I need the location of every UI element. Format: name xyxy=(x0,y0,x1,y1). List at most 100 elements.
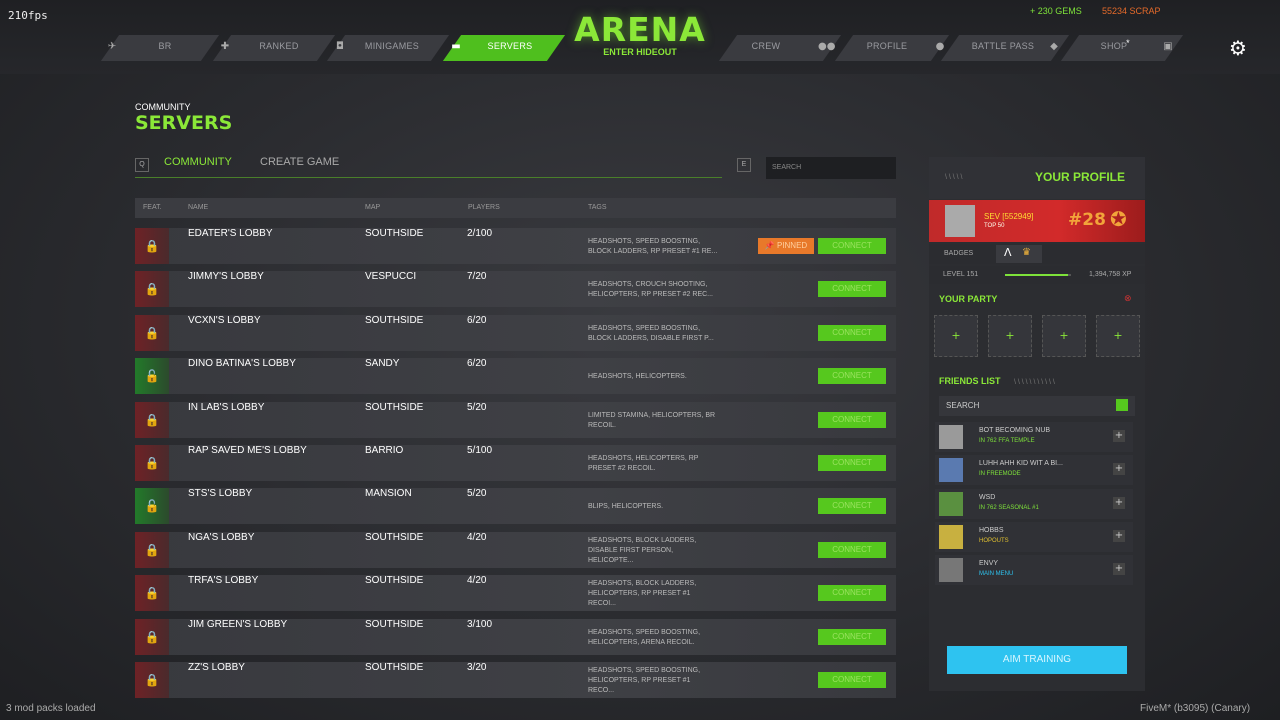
connect-button[interactable]: CONNECT xyxy=(818,628,886,645)
xp-bar-fill xyxy=(1005,274,1068,276)
server-map: SOUTHSIDE xyxy=(365,314,424,326)
arena-logo[interactable]: ARENA ENTER HIDEOUT xyxy=(570,10,710,57)
friend-item[interactable]: BOT BECOMING NUB IN 762 FFA TEMPLE + xyxy=(935,422,1133,452)
avatar xyxy=(939,425,963,449)
connect-button[interactable]: CONNECT xyxy=(818,281,886,298)
server-players: 2/100 xyxy=(467,228,493,239)
friend-item[interactable]: ENVY MAIN MENU + xyxy=(935,555,1133,586)
friend-item[interactable]: HOBBS HOPOUTS + xyxy=(935,521,1133,552)
table-row[interactable]: 🔒 VCXN'S LOBBY SOUTHSIDE 6/20 HEADSHOTS, SPE… xyxy=(135,314,896,351)
friends-filter-icon[interactable] xyxy=(1116,399,1128,411)
fps-counter: 210fps xyxy=(8,9,48,22)
table-row[interactable]: 🔒 TRFA'S LOBBY SOUTHSIDE 4/20 HEADSHOTS, BLO… xyxy=(135,575,896,612)
friend-name: ENVY xyxy=(979,560,999,568)
tab-create-game[interactable]: CREATE GAME xyxy=(260,156,339,168)
party-slot-2[interactable]: + xyxy=(988,315,1032,357)
connect-button[interactable]: CONNECT xyxy=(818,585,886,602)
table-row[interactable]: 🔓 DINO BATINA'S LOBBY SANDY 6/20 HEADSHOTS, … xyxy=(135,358,896,395)
tab-community[interactable]: COMMUNITY xyxy=(164,156,232,168)
friend-item[interactable]: WSD IN 762 SEASONAL #1 + xyxy=(935,488,1133,519)
server-players: 5/20 xyxy=(467,488,487,500)
party-slot-3[interactable]: + xyxy=(1042,315,1086,357)
avatar xyxy=(945,205,975,237)
table-row[interactable]: 🔓 STS'S LOBBY MANSION 5/20 BLIPS, HELICOPTER… xyxy=(135,488,896,525)
crew-icon: ●● xyxy=(818,41,836,52)
party-slot-4[interactable]: + xyxy=(1096,315,1140,357)
rank-emblem-icon: ✪ xyxy=(1110,207,1127,231)
server-players: 5/100 xyxy=(467,445,493,456)
lock-icon: 🔒 xyxy=(135,401,169,438)
table-row[interactable]: 🔒 IN LAB'S LOBBY SOUTHSIDE 5/20 LIMITED STAM… xyxy=(135,401,896,438)
connect-button[interactable]: CONNECT xyxy=(818,455,886,471)
table-row[interactable]: 🔒 JIM GREEN'S LOBBY SOUTHSIDE 3/100 HEADSHOT… xyxy=(135,618,896,655)
server-map: VESPUCCI xyxy=(365,271,417,283)
nav-profile-label: PROFILE xyxy=(866,41,908,51)
friend-item[interactable]: LUHH AHH KID WIT A BI... IN FREEMODE + xyxy=(935,455,1133,486)
server-tags: HEADSHOTS, CROUCH SHOOTING, HELICOPTERS,… xyxy=(588,281,714,299)
nav-battle-pass-label: BATTLE PASS xyxy=(971,41,1035,51)
friend-name: LUHH AHH KID WIT A BI... xyxy=(979,460,1063,468)
party-slot-1[interactable]: + xyxy=(934,315,978,357)
key-e-hint: E xyxy=(737,158,751,172)
apex-badge-icon[interactable]: Λ xyxy=(1004,246,1012,259)
table-row[interactable]: 🔒 ZZ'S LOBBY SOUTHSIDE 3/20 HEADSHOTS, SPEED… xyxy=(135,662,896,698)
person-icon: ● xyxy=(935,41,945,52)
settings-gear-icon[interactable]: ⚙ xyxy=(1229,36,1247,60)
server-tags: BLIPS, HELICOPTERS. xyxy=(588,503,664,511)
server-icon: ▬ xyxy=(451,41,461,52)
key-q-hint: Q xyxy=(135,158,149,172)
crosshair-icon: ✚ xyxy=(220,41,230,52)
table-row[interactable]: 🔒 EDATER'S LOBBY SOUTHSIDE 2/100 HEADSHOTS, … xyxy=(135,228,896,264)
server-search-input[interactable]: SEARCH xyxy=(766,157,896,179)
server-name: TRFA'S LOBBY xyxy=(188,575,259,587)
server-name: JIMMY'S LOBBY xyxy=(188,271,264,283)
friends-search-input[interactable]: SEARCH xyxy=(939,396,1135,416)
plane-icon: ✈ xyxy=(107,41,117,52)
lock-icon: 🔒 xyxy=(135,531,169,568)
lock-icon: 🔒 xyxy=(135,228,169,264)
table-row[interactable]: 🔒 NGA'S LOBBY SOUTHSIDE 4/20 HEADSHOTS, BLOC… xyxy=(135,531,896,568)
page-title: SERVERS xyxy=(135,112,233,134)
profile-name: SEV [552949] xyxy=(984,212,1034,221)
server-players: 6/20 xyxy=(467,314,487,326)
invite-plus-icon[interactable]: + xyxy=(1113,529,1125,542)
connect-button[interactable]: CONNECT xyxy=(818,541,886,558)
connect-button[interactable]: CONNECT xyxy=(818,411,886,428)
pinned-label: PINNED xyxy=(776,241,808,250)
section-subtitle: COMMUNITY xyxy=(135,102,191,112)
table-row[interactable]: 🔒 RAP SAVED ME'S LOBBY BARRIO 5/100 HEADSHOT… xyxy=(135,445,896,481)
party-close-icon[interactable]: ⊗ xyxy=(1124,294,1132,304)
server-name: JIM GREEN'S LOBBY xyxy=(188,618,288,630)
server-tags: HEADSHOTS, HELICOPTERS, RP PRESET #2 REC… xyxy=(588,455,699,472)
server-tags: HEADSHOTS, SPEED BOOSTING, BLOCK LADDERS… xyxy=(588,238,718,255)
server-map: BARRIO xyxy=(365,445,404,456)
server-map: SOUTHSIDE xyxy=(365,401,424,413)
crown-badge-icon[interactable]: ♛ xyxy=(1022,247,1031,258)
invite-plus-icon[interactable]: + xyxy=(1113,430,1125,442)
server-name: DINO BATINA'S LOBBY xyxy=(188,358,296,370)
connect-button[interactable]: CONNECT xyxy=(818,368,886,385)
invite-plus-icon[interactable]: + xyxy=(1113,563,1125,576)
invite-plus-icon[interactable]: + xyxy=(1113,463,1125,476)
connect-button[interactable]: CONNECT xyxy=(818,238,886,254)
server-tags: HEADSHOTS, HELICOPTERS. xyxy=(588,373,687,381)
store-icon: ▣ xyxy=(1163,41,1173,52)
gamepad-icon: ◘ xyxy=(336,41,344,52)
connect-button[interactable]: CONNECT xyxy=(818,672,886,688)
table-row[interactable]: 🔒 JIMMY'S LOBBY VESPUCCI 7/20 HEADSHOTS, CRO… xyxy=(135,271,896,308)
scrap-counter: 55234 SCRAP xyxy=(1102,6,1161,16)
aim-training-button[interactable]: AIM TRAINING xyxy=(947,646,1127,674)
server-tags: HEADSHOTS, SPEED BOOSTING, BLOCK LADDERS… xyxy=(588,324,714,342)
header-name: NAME xyxy=(188,204,209,211)
lock-icon: 🔒 xyxy=(135,618,169,655)
lock-icon: 🔒 xyxy=(135,445,169,481)
connect-button[interactable]: CONNECT xyxy=(818,324,886,341)
server-players: 6/20 xyxy=(467,358,487,370)
connect-button[interactable]: CONNECT xyxy=(818,498,886,515)
nav-ranked-label: RANKED xyxy=(259,41,299,51)
server-tags: LIMITED STAMINA, HELICOPTERS, BR RECOIL. xyxy=(588,411,716,429)
invite-plus-icon[interactable]: + xyxy=(1113,496,1125,509)
header-feat: FEAT. xyxy=(143,204,162,211)
friend-status: HOPOUTS xyxy=(979,537,1009,544)
friend-name: HOBBS xyxy=(979,526,1004,534)
